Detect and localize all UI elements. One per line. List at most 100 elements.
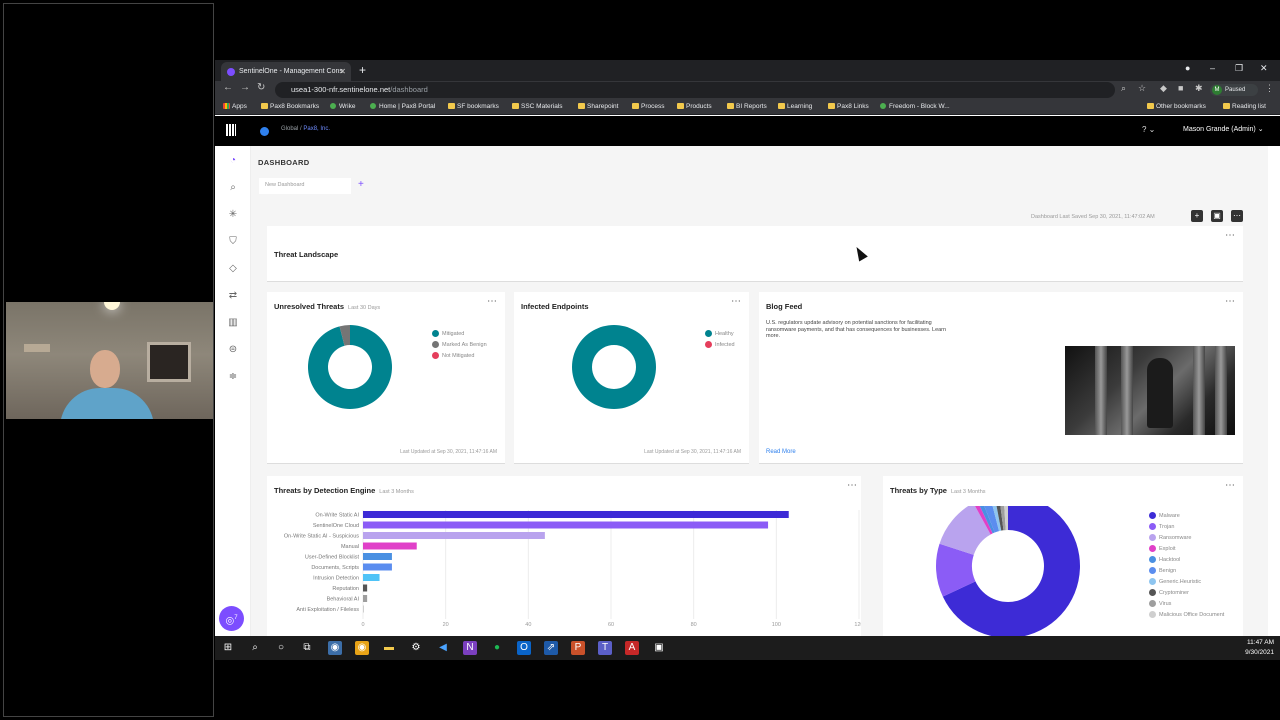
onenote-icon[interactable]: N: [463, 641, 477, 655]
scope-breadcrumb[interactable]: Global / Pax8, Inc.: [281, 126, 330, 132]
card-menu-icon[interactable]: ⋯: [1225, 480, 1235, 491]
bookmark-pax8-bookmarks[interactable]: Pax8 Bookmarks: [261, 99, 319, 115]
legend-item-mitigated[interactable]: Mitigated: [432, 330, 487, 341]
bookmark-reading-list[interactable]: Reading list: [1223, 99, 1266, 115]
legend-item-cryptominer[interactable]: Cryptominer: [1149, 589, 1224, 600]
profile-button[interactable]: M Paused: [1210, 84, 1258, 96]
bookmark-other[interactable]: Other bookmarks: [1147, 99, 1206, 115]
bar-user-defined-blocklist[interactable]: [363, 553, 392, 560]
legend-item-malware[interactable]: Malware: [1149, 512, 1224, 523]
remote-desktop-icon[interactable]: ⇗: [544, 641, 558, 655]
bookmark-wrike[interactable]: Wrike: [330, 99, 356, 115]
settings-gear-icon[interactable]: ⚙: [409, 641, 423, 655]
legend-item-malicious-office-document[interactable]: Malicious Office Document: [1149, 611, 1224, 622]
extension-shield-icon[interactable]: ◆: [1160, 83, 1167, 94]
bookmark-learning[interactable]: Learning: [778, 99, 812, 115]
search-icon[interactable]: ⌕: [248, 641, 262, 655]
task-view-icon[interactable]: ⧉: [300, 641, 314, 655]
reports-icon[interactable]: ▥: [226, 316, 240, 330]
legend-item-ransomware[interactable]: Ransomware: [1149, 534, 1224, 545]
bookmark-ssc[interactable]: SSC Materials: [512, 99, 563, 115]
legend-item-healthy[interactable]: Healthy: [705, 330, 735, 341]
card-menu-icon[interactable]: ⋯: [1225, 230, 1235, 241]
windows-start-icon[interactable]: ⊞: [221, 641, 235, 655]
zoom-icon[interactable]: ⌕: [1121, 83, 1126, 94]
notifications-badge[interactable]: ◎7: [219, 606, 244, 631]
legend-item-infected[interactable]: Infected: [705, 341, 735, 352]
threats-bug-icon[interactable]: ✳: [226, 208, 240, 222]
card-menu-icon[interactable]: ⋯: [731, 296, 741, 307]
sentinelone-logo-icon[interactable]: [226, 124, 236, 136]
more-options-icon[interactable]: ⋯: [1231, 210, 1243, 222]
bookmark-products[interactable]: Products: [677, 99, 712, 115]
add-dashboard-button[interactable]: +: [358, 179, 364, 190]
bookmark-sf[interactable]: SF bookmarks: [448, 99, 499, 115]
bookmark-bi-reports[interactable]: BI Reports: [727, 99, 767, 115]
acrobat-icon[interactable]: A: [625, 641, 639, 655]
bookmark-sharepoint[interactable]: Sharepoint: [578, 99, 618, 115]
card-menu-icon[interactable]: ⋯: [487, 296, 497, 307]
terminal-icon[interactable]: ▣: [652, 641, 666, 655]
dashboard-gauge-icon[interactable]: ◔: [226, 154, 240, 168]
bar-reputation[interactable]: [363, 584, 368, 592]
legend-item-trojan[interactable]: Trojan: [1149, 523, 1224, 534]
legend-item-exploit[interactable]: Exploit: [1149, 545, 1224, 556]
minimize-icon[interactable]: –: [1210, 63, 1215, 73]
star-icon[interactable]: ☆: [1138, 83, 1146, 94]
blog-article-image[interactable]: [1065, 346, 1235, 435]
blog-article-text[interactable]: U.S. regulators update advisory on poten…: [766, 320, 956, 340]
new-tab-button[interactable]: +: [359, 63, 366, 77]
tab-new-dashboard[interactable]: New Dashboard: [259, 178, 351, 194]
bookmark-process[interactable]: Process: [632, 99, 664, 115]
search-icon[interactable]: ⌕: [226, 181, 240, 195]
file-explorer-icon[interactable]: ▬: [382, 641, 396, 655]
bar-documents-scripts[interactable]: [363, 563, 392, 571]
card-menu-icon[interactable]: ⋯: [847, 480, 857, 491]
user-menu[interactable]: Mason Grande (Admin) ⌄: [1183, 125, 1264, 133]
chrome-icon[interactable]: ◉: [328, 641, 342, 655]
delete-icon[interactable]: ▣: [1211, 210, 1223, 222]
spotify-icon[interactable]: ●: [490, 641, 504, 655]
bar-on-write-static-ai[interactable]: [363, 511, 789, 518]
bar-behavioral-ai[interactable]: [363, 595, 368, 602]
system-clock[interactable]: 11:47 AM 9/30/2021: [1245, 638, 1274, 658]
activity-icon[interactable]: ⇄: [226, 289, 240, 303]
bar-manual[interactable]: [363, 542, 417, 550]
bookmark-pax8-links[interactable]: Pax8 Links: [828, 99, 869, 115]
bookmark-apps[interactable]: Apps: [223, 99, 247, 115]
vscode-icon[interactable]: ◀: [436, 641, 450, 655]
legend-item-virus[interactable]: Virus: [1149, 600, 1224, 611]
read-more-link[interactable]: Read More: [766, 449, 796, 455]
close-tab-icon[interactable]: ✕: [339, 62, 346, 81]
shield-icon[interactable]: ⛉: [226, 235, 240, 249]
bar-anti-exploitation-fileless[interactable]: [363, 605, 364, 613]
url-bar[interactable]: usea1-300-nfr.sentinelone.net/dashboard: [275, 82, 1115, 98]
legend-item-generic-heuristic[interactable]: Generic.Heuristic: [1149, 578, 1224, 589]
bookmark-freedom[interactable]: Freedom - Block W...: [880, 99, 950, 115]
bar-intrusion-detection[interactable]: [363, 574, 380, 581]
cortana-icon[interactable]: ○: [274, 641, 288, 655]
legend-item-hacktool[interactable]: Hacktool: [1149, 556, 1224, 567]
browser-tab[interactable]: SentinelOne - Management Cons ✕: [221, 62, 351, 81]
card-menu-icon[interactable]: ⋯: [1225, 296, 1235, 307]
back-icon[interactable]: ←: [223, 82, 233, 93]
powerpoint-icon[interactable]: P: [571, 641, 585, 655]
restore-icon[interactable]: ❐: [1235, 63, 1243, 74]
record-icon[interactable]: ●: [1185, 63, 1190, 73]
bar-on-write-static-ai-suspicious[interactable]: [363, 532, 545, 539]
chrome-canary-icon[interactable]: ◉: [355, 641, 369, 655]
reload-icon[interactable]: ↻: [257, 82, 265, 93]
donut-slice-healthy[interactable]: [572, 325, 657, 409]
bar-sentinelone-cloud[interactable]: [363, 521, 769, 529]
browser-menu-icon[interactable]: ⋮: [1265, 83, 1274, 94]
extensions-puzzle-icon[interactable]: ✱: [1195, 83, 1203, 94]
automation-icon[interactable]: ⊜: [226, 343, 240, 357]
settings-sliders-icon[interactable]: ≑: [226, 370, 240, 384]
help-menu[interactable]: ? ⌄: [1142, 125, 1155, 134]
network-icon[interactable]: ◇: [226, 262, 240, 276]
forward-icon[interactable]: →: [240, 82, 250, 93]
close-window-icon[interactable]: ✕: [1260, 63, 1268, 74]
legend-item-benign[interactable]: Marked As Benign: [432, 341, 487, 352]
legend-item-not-mitigated[interactable]: Not Mitigated: [432, 352, 487, 363]
extension-red-icon[interactable]: ■: [1178, 83, 1183, 93]
